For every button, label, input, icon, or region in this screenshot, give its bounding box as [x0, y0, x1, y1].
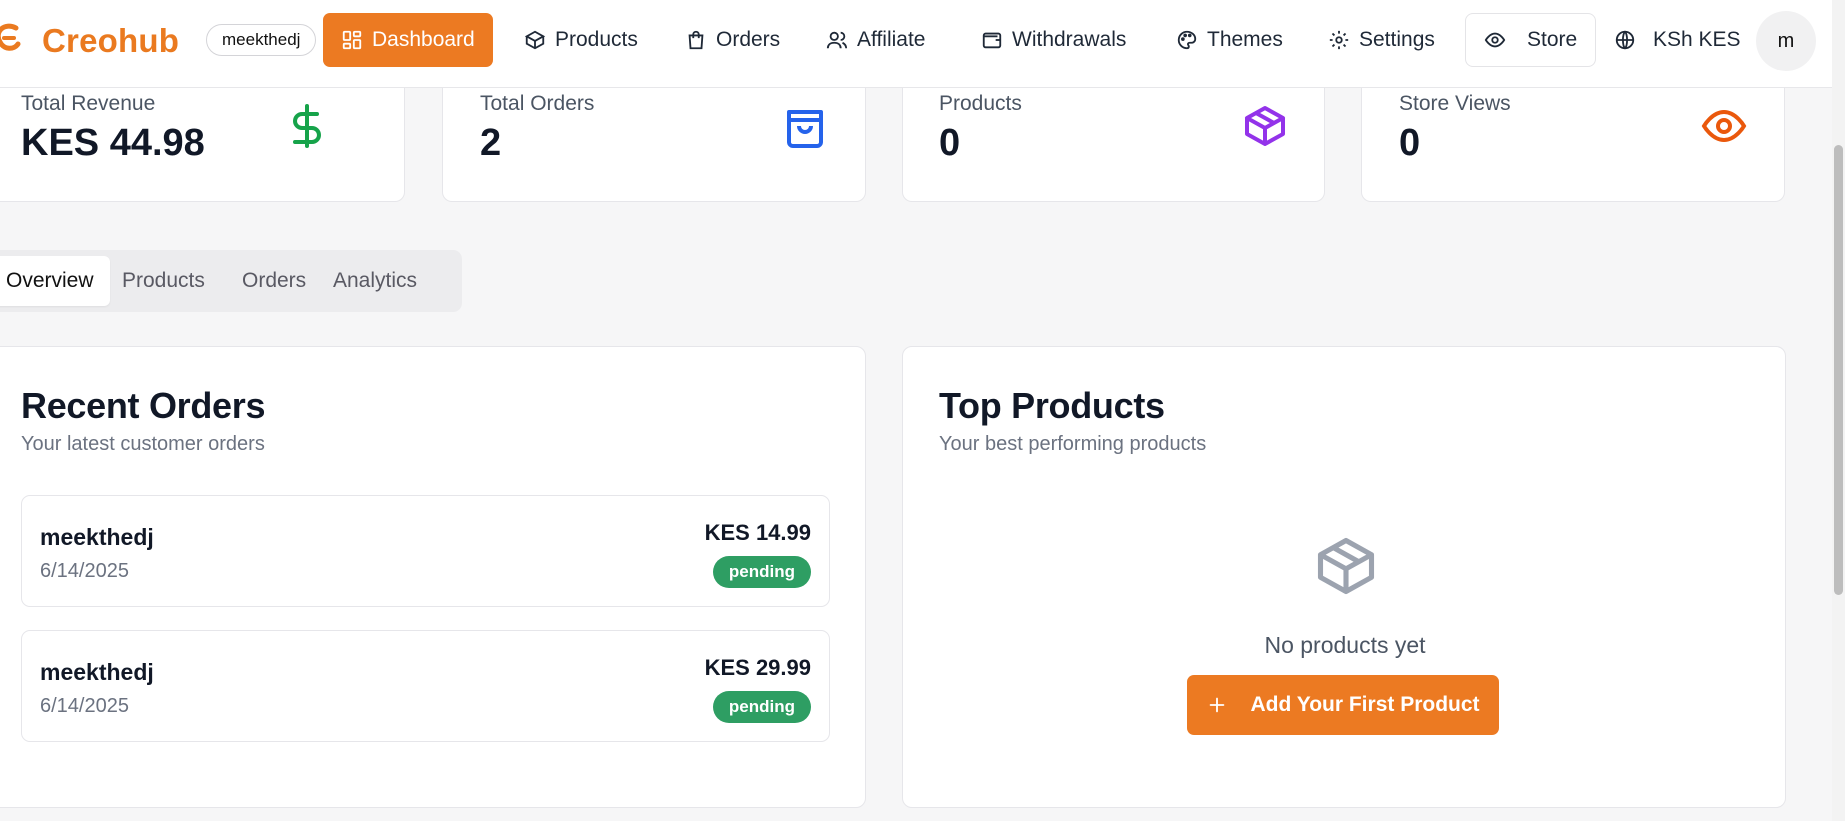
tab-overview[interactable]: Overview: [0, 256, 110, 306]
box-icon: [1245, 106, 1285, 146]
users-icon: [826, 31, 848, 49]
page-scrollbar[interactable]: [1832, 0, 1845, 821]
tab-products[interactable]: Products: [106, 256, 221, 306]
brand-name: Creohub: [42, 22, 180, 59]
creohub-logo-icon: [0, 23, 21, 51]
recent-orders-panel: Recent Orders Your latest customer order…: [0, 346, 866, 808]
add-button-label: Add Your First Product: [1250, 693, 1480, 716]
nav-label: Settings: [1359, 28, 1435, 51]
stat-card-orders: Total Orders 2: [442, 70, 866, 202]
order-amount: KES 14.99: [704, 520, 811, 545]
scrollbar-thumb[interactable]: [1834, 145, 1843, 595]
currency-selector[interactable]: KSh KES: [1596, 13, 1759, 67]
dashboard-icon: [342, 30, 362, 50]
eye-icon: [1701, 109, 1747, 143]
stat-card-revenue: Total Revenue KES 44.98: [0, 70, 405, 202]
wallet-icon: [982, 32, 1002, 49]
plus-icon: [1210, 697, 1225, 713]
nav-label: Withdrawals: [1012, 28, 1127, 51]
stat-value: 0: [1399, 122, 1421, 164]
nav-affiliate[interactable]: Affiliate: [808, 13, 944, 67]
nav-label: Dashboard: [372, 28, 475, 51]
nav-themes[interactable]: Themes: [1158, 13, 1301, 67]
order-customer: meekthedj: [40, 659, 154, 685]
panel-title: Top Products: [939, 385, 1165, 426]
top-navbar: Creohub meekthedj Dashboard Products Ord…: [0, 0, 1832, 88]
shopping-bag-icon: [787, 110, 823, 148]
palette-icon: [1177, 30, 1197, 50]
nav-orders[interactable]: Orders: [667, 13, 798, 67]
panel-title: Recent Orders: [21, 385, 266, 426]
status-badge: pending: [712, 691, 811, 723]
box-icon: [524, 30, 546, 50]
nav-label: Products: [555, 28, 638, 51]
user-avatar[interactable]: m: [1756, 11, 1816, 71]
panel-subtitle: Your best performing products: [939, 433, 1207, 455]
globe-icon: [1615, 30, 1635, 50]
stat-value: 2: [480, 122, 502, 164]
currency-label: KSh KES: [1653, 28, 1741, 51]
add-first-product-button[interactable]: Add Your First Product: [1187, 675, 1499, 735]
order-amount: KES 29.99: [704, 655, 811, 680]
box-icon: [1317, 537, 1375, 595]
dashboard-tabs: Overview Products Orders Analytics: [0, 250, 462, 312]
panel-subtitle: Your latest customer orders: [21, 433, 265, 455]
tab-analytics[interactable]: Analytics: [317, 256, 433, 306]
stat-card-products: Products 0: [902, 70, 1325, 202]
order-date: 6/14/2025: [40, 560, 129, 582]
gear-icon: [1329, 30, 1349, 50]
eye-icon: [1484, 32, 1506, 48]
store-label: Store: [1527, 28, 1578, 51]
stat-label: Total Revenue: [21, 92, 156, 115]
stat-label: Total Orders: [480, 92, 595, 115]
store-handle-badge[interactable]: meekthedj: [206, 24, 317, 56]
order-customer: meekthedj: [40, 524, 154, 550]
nav-settings[interactable]: Settings: [1310, 13, 1453, 67]
stat-value: 0: [939, 122, 961, 164]
status-badge: pending: [712, 556, 811, 588]
nav-withdrawals[interactable]: Withdrawals: [963, 13, 1144, 67]
order-date: 6/14/2025: [40, 695, 129, 717]
shopping-bag-icon: [688, 30, 704, 50]
empty-state-text: No products yet: [1264, 632, 1426, 658]
dollar-icon: [293, 104, 321, 148]
order-row[interactable]: meekthedj 6/14/2025 KES 14.99 pending: [21, 495, 830, 607]
stat-label: Store Views: [1399, 92, 1511, 115]
stat-value: KES 44.98: [21, 122, 205, 164]
stat-label: Products: [939, 92, 1022, 115]
nav-label: Affiliate: [857, 28, 926, 51]
nav-label: Orders: [716, 28, 781, 51]
brand-logo[interactable]: Creohub: [0, 20, 179, 60]
nav-products[interactable]: Products: [506, 13, 656, 67]
order-row[interactable]: meekthedj 6/14/2025 KES 29.99 pending: [21, 630, 830, 742]
view-store-button[interactable]: Store: [1465, 13, 1597, 67]
top-products-panel: Top Products Your best performing produc…: [902, 346, 1786, 808]
nav-label: Themes: [1207, 28, 1283, 51]
stat-card-views: Store Views 0: [1361, 70, 1785, 202]
nav-dashboard[interactable]: Dashboard: [323, 13, 493, 67]
tab-orders[interactable]: Orders: [226, 256, 322, 306]
